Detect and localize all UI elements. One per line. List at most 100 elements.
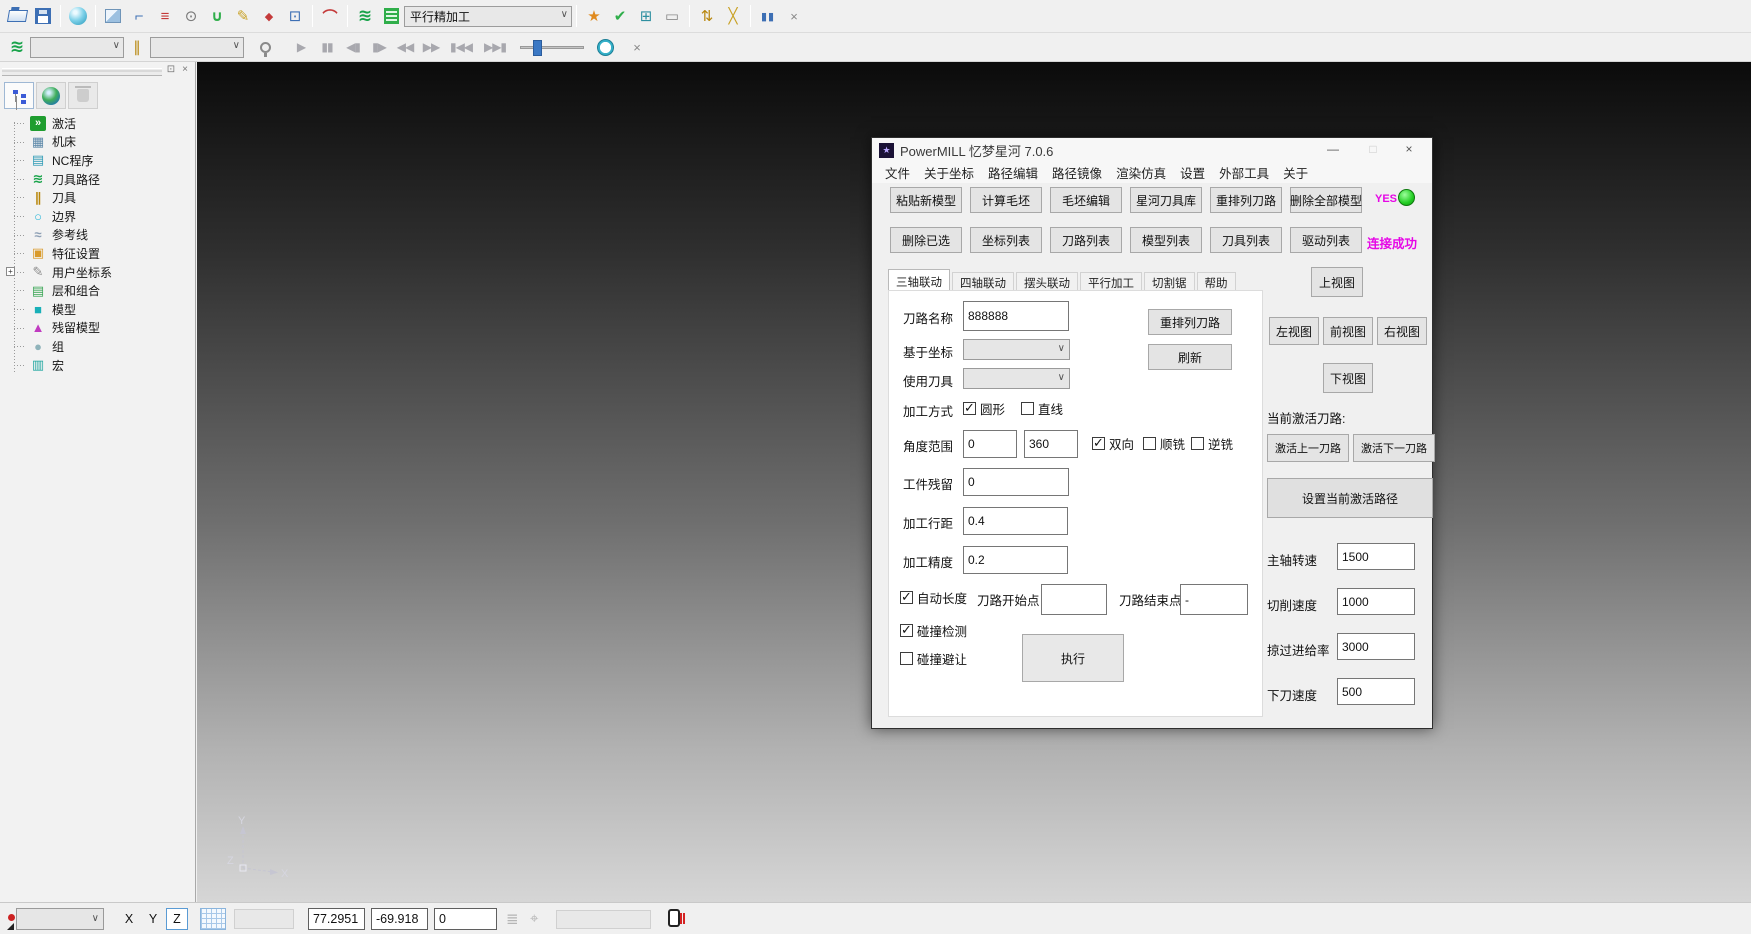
toolpath-icon[interactable]: ≋ xyxy=(352,4,378,28)
float-panel-icon[interactable]: ⊡ xyxy=(165,64,177,76)
menu-external-tools[interactable]: 外部工具 xyxy=(1219,163,1269,182)
menu-about[interactable]: 关于 xyxy=(1283,163,1308,182)
set-active-path-button[interactable]: 设置当前激活路径 xyxy=(1267,478,1433,518)
measure-icon[interactable]: ▭ xyxy=(659,4,685,28)
bidirectional-option[interactable]: 双向 xyxy=(1092,434,1134,453)
base-coord-combo[interactable]: ∨ xyxy=(963,339,1070,360)
tool-library-button[interactable]: 星河刀具库 xyxy=(1130,187,1202,213)
climb-option[interactable]: 顺铣 xyxy=(1143,434,1185,453)
open-project-icon[interactable] xyxy=(4,4,30,28)
toolbar-close-icon[interactable]: × xyxy=(781,4,807,28)
tree-item-workplanes[interactable]: + ✎ 用户坐标系 xyxy=(0,263,195,282)
maximize-icon[interactable]: □ xyxy=(1358,138,1388,161)
conventional-option[interactable]: 逆铣 xyxy=(1191,434,1233,453)
explorer-tab-tree[interactable] xyxy=(4,82,34,109)
z-heights-icon[interactable]: ≡ xyxy=(152,4,178,28)
expand-icon[interactable]: + xyxy=(6,267,15,276)
grid-toggle-icon[interactable] xyxy=(200,908,226,930)
panel-close-icon[interactable]: × xyxy=(179,64,191,76)
tree-item-models[interactable]: ■ 模型 xyxy=(0,300,195,319)
auto-length-checkbox[interactable] xyxy=(900,591,913,604)
climb-checkbox[interactable] xyxy=(1143,437,1156,450)
tree-item-active[interactable]: » 激活 xyxy=(0,114,195,133)
tree-item-machine[interactable]: ▦ 机床 xyxy=(0,133,195,152)
sim-tool-icon[interactable]: ∥ xyxy=(124,35,150,59)
delete-selected-button[interactable]: 删除已选 xyxy=(890,227,962,253)
explorer-tab-world[interactable] xyxy=(36,82,66,109)
method-linear-option[interactable]: 直线 xyxy=(1021,399,1063,418)
drive-list-button[interactable]: 驱动列表 xyxy=(1290,227,1362,253)
execute-button[interactable]: 执行 xyxy=(1022,634,1124,682)
tree-item-boundaries[interactable]: ○ 边界 xyxy=(0,207,195,226)
rapid-heights-icon[interactable]: ⌐ xyxy=(126,4,152,28)
pause-icon[interactable]: ▮▮ xyxy=(314,35,340,59)
angle-from-input[interactable] xyxy=(963,430,1017,458)
go-to-end-icon[interactable]: ▶▶▮ xyxy=(478,35,512,59)
auto-length-option[interactable]: 自动长度 xyxy=(900,588,967,607)
start-point-input[interactable] xyxy=(1041,584,1107,615)
rearrange-button[interactable]: 重排列刀路 xyxy=(1148,309,1232,335)
menu-path-mirror[interactable]: 路径镜像 xyxy=(1052,163,1102,182)
stepover-input[interactable] xyxy=(963,507,1068,535)
axis-x-button[interactable]: X xyxy=(118,908,140,930)
conventional-checkbox[interactable] xyxy=(1191,437,1204,450)
bidirectional-checkbox[interactable] xyxy=(1092,437,1105,450)
skim-feed-input[interactable] xyxy=(1337,633,1415,660)
screen-capture-icon[interactable] xyxy=(668,909,680,927)
view-left-button[interactable]: 左视图 xyxy=(1269,317,1319,345)
angle-to-input[interactable] xyxy=(1024,430,1078,458)
rewind-icon[interactable]: ◀◀ xyxy=(392,35,418,59)
batch-process-icon[interactable]: ★ xyxy=(581,4,607,28)
refresh-button[interactable]: 刷新 xyxy=(1148,344,1232,370)
menu-coords[interactable]: 关于坐标 xyxy=(924,163,974,182)
clamp-icon[interactable]: ∪ xyxy=(204,4,230,28)
rearrange-toolpaths-button[interactable]: 重排列刀路 xyxy=(1210,187,1282,213)
spindle-speed-input[interactable] xyxy=(1337,543,1415,570)
menu-file[interactable]: 文件 xyxy=(885,163,910,182)
step-forward-icon[interactable]: ▮▶ xyxy=(366,35,392,59)
edit-block-button[interactable]: 毛坯编辑 xyxy=(1050,187,1122,213)
tree-item-feature-sets[interactable]: ▣ 特征设置 xyxy=(0,244,195,263)
slider-handle[interactable] xyxy=(533,40,542,56)
sim-tool-combo[interactable]: ∨ xyxy=(150,37,244,58)
collision-detect-option[interactable]: 碰撞检测 xyxy=(900,621,967,640)
tree-item-toolpaths[interactable]: ≋ 刀具路径 xyxy=(0,170,195,189)
draw-icon[interactable]: ✎ xyxy=(230,4,256,28)
transform-toolpath-icon[interactable]: ╳ xyxy=(720,4,746,28)
collision-avoid-option[interactable]: 碰撞避让 xyxy=(900,649,967,668)
tree-item-groups[interactable]: ● 组 xyxy=(0,337,195,356)
model-list-button[interactable]: 模型列表 xyxy=(1130,227,1202,253)
tree-item-stock-models[interactable]: ▲ 残留模型 xyxy=(0,319,195,338)
axis-y-button[interactable]: Y xyxy=(142,908,164,930)
leads-links-icon[interactable]: ⌒ xyxy=(317,4,343,28)
shade-lamp-icon[interactable] xyxy=(252,35,278,59)
calculator-icon[interactable]: ⊞ xyxy=(633,4,659,28)
collision-avoid-checkbox[interactable] xyxy=(900,652,913,665)
method-circular-option[interactable]: 圆形 xyxy=(963,399,1005,418)
tool-start-point-icon[interactable]: ⊙ xyxy=(178,4,204,28)
tree-item-levels-sets[interactable]: ▤ 层和组合 xyxy=(0,281,195,300)
tree-item-nc-programs[interactable]: ▤ NC程序 xyxy=(0,151,195,170)
menu-path-edit[interactable]: 路径编辑 xyxy=(988,163,1038,182)
sim-toolpath-icon[interactable]: ≋ xyxy=(4,35,30,59)
menu-render-sim[interactable]: 渲染仿真 xyxy=(1116,163,1166,182)
points-icon[interactable]: ◆ xyxy=(256,4,282,28)
coord-list-button[interactable]: 坐标列表 xyxy=(970,227,1042,253)
verify-toolpath-icon[interactable]: ✔ xyxy=(607,4,633,28)
strategy-combo[interactable]: 平行精加工 ∨ xyxy=(404,6,572,27)
axis-z-button[interactable]: Z xyxy=(166,908,188,930)
end-point-input[interactable] xyxy=(1180,584,1248,615)
view-top-button[interactable]: 上视图 xyxy=(1311,267,1363,297)
dialog-titlebar[interactable]: ★ PowerMILL 忆梦星河 7.0.6 — □ × xyxy=(872,138,1432,162)
cursor-y-input[interactable] xyxy=(371,908,428,930)
sim-toolbar-close-icon[interactable]: × xyxy=(624,35,650,59)
minimize-icon[interactable]: — xyxy=(1318,138,1348,161)
tolerance-input[interactable] xyxy=(963,546,1068,574)
block-sphere-icon[interactable] xyxy=(65,4,91,28)
play-icon[interactable]: ▶ xyxy=(288,35,314,59)
simulation-clock-icon[interactable] xyxy=(592,35,618,59)
collision-detect-checkbox[interactable] xyxy=(900,624,913,637)
cutting-feed-input[interactable] xyxy=(1337,588,1415,615)
toolpath-list-button[interactable]: 刀路列表 xyxy=(1050,227,1122,253)
view-bottom-button[interactable]: 下视图 xyxy=(1323,363,1373,393)
